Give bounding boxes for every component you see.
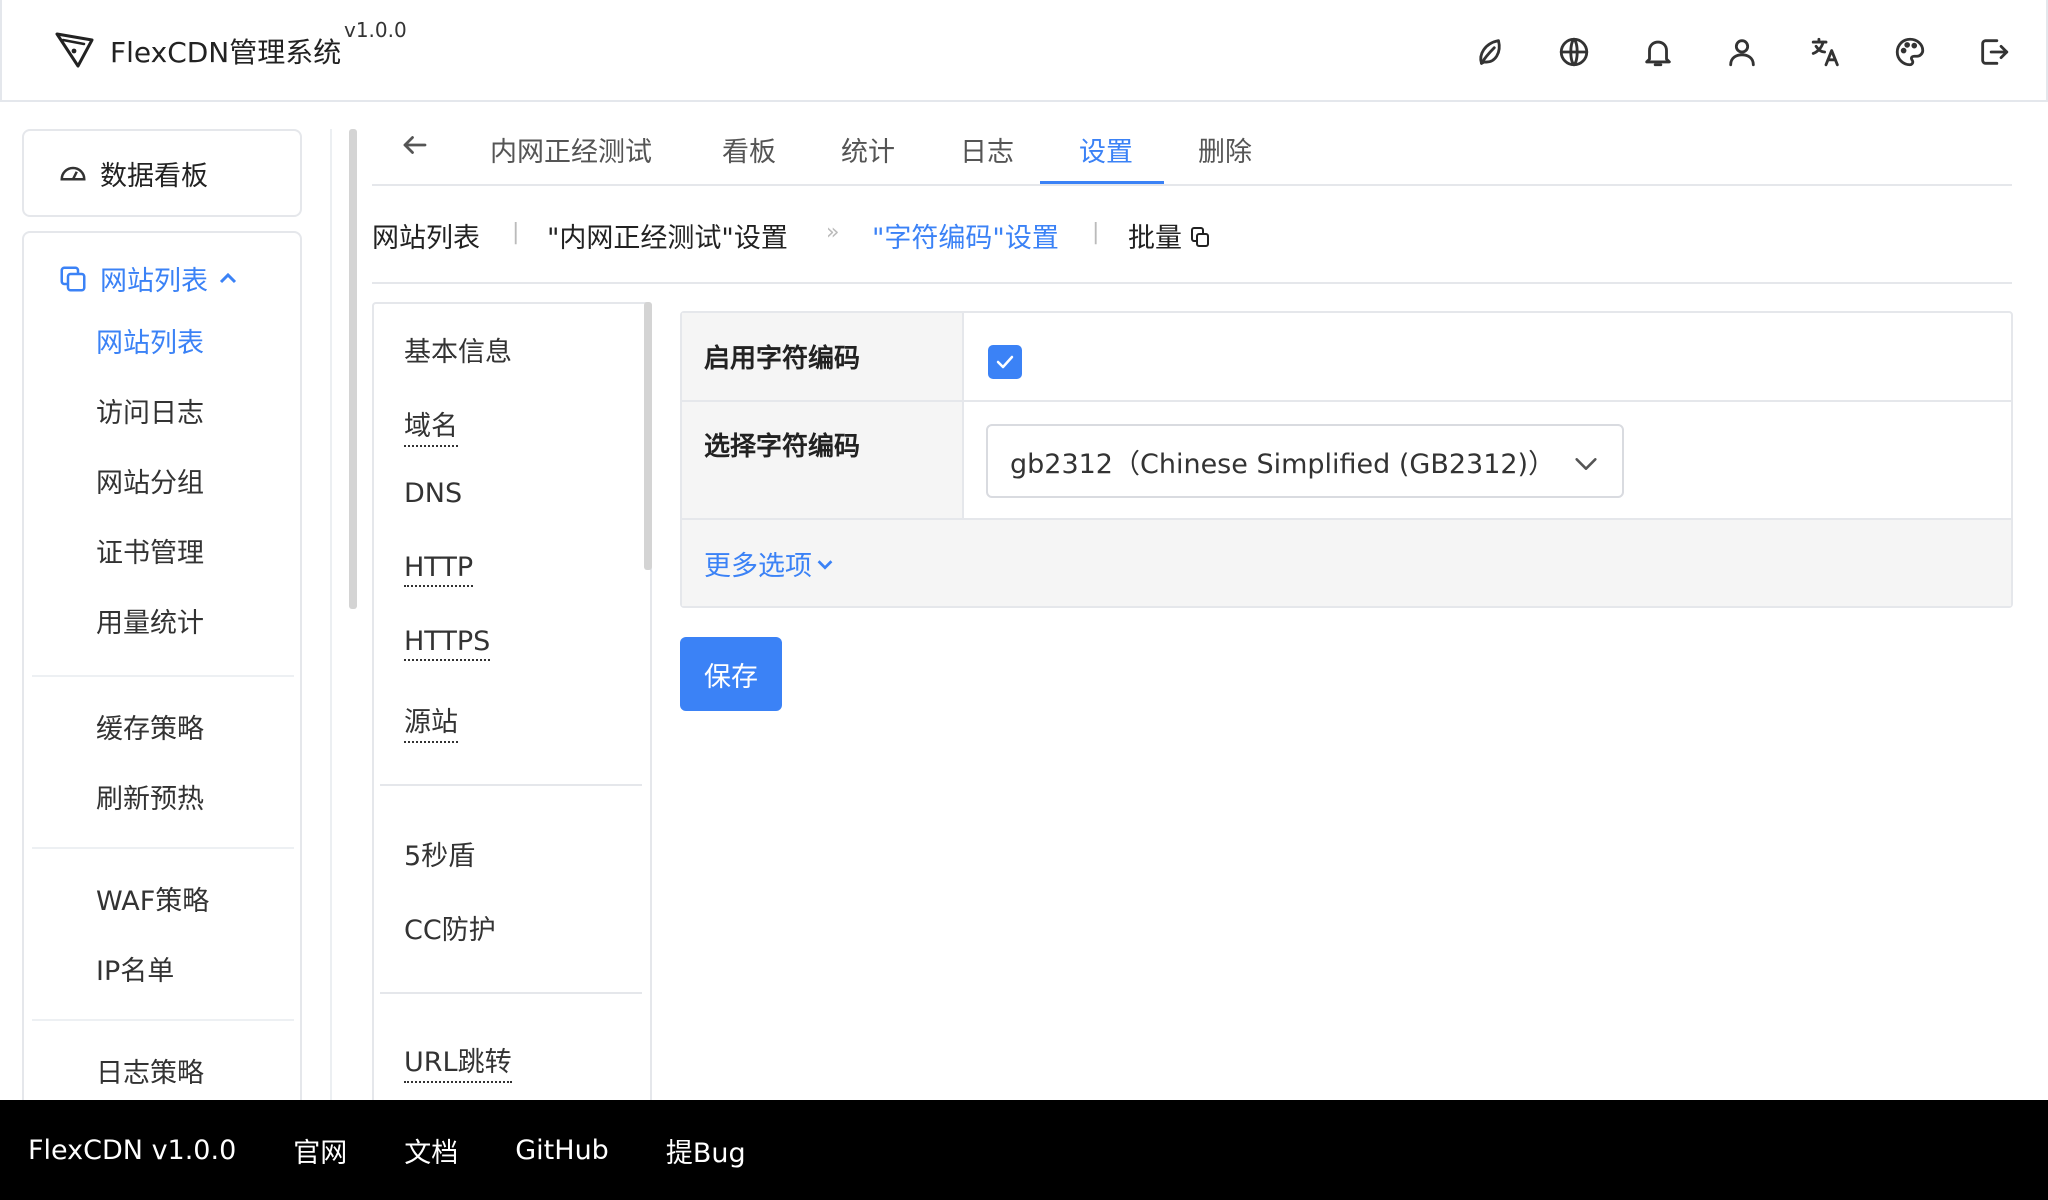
submenu-divider	[380, 784, 642, 786]
submenu-origin[interactable]: 源站	[404, 700, 458, 743]
app-version: v1.0.0	[344, 18, 407, 42]
sidebar-nav: 网站列表 网站列表 访问日志 网站分组 证书管理 用量统计 缓存策略 刷新预热 …	[22, 231, 302, 1131]
footer-link-github[interactable]: GitHub	[515, 1135, 609, 1166]
footer-link-docs[interactable]: 文档	[404, 1131, 458, 1170]
copy-icon	[60, 266, 86, 291]
check-icon	[996, 355, 1014, 369]
chevron-up-icon	[219, 272, 237, 283]
globe-icon[interactable]	[1552, 30, 1596, 74]
footer-product: FlexCDN v1.0.0	[28, 1134, 237, 1166]
sidebar-section-label: 网站列表	[100, 266, 208, 297]
sidebar-scrollbar[interactable]	[349, 129, 357, 609]
submenu-basic-info[interactable]: 基本信息	[404, 330, 512, 369]
submenu-url-redirect[interactable]: URL跳转	[404, 1040, 512, 1083]
footer: FlexCDN v1.0.0 官网 文档 GitHub 提Bug	[0, 1100, 2048, 1200]
submenu-https[interactable]: HTTPS	[404, 626, 491, 661]
active-tab-indicator	[1040, 181, 1164, 184]
back-button[interactable]	[400, 130, 430, 167]
charset-form: 启用字符编码 选择字符编码 gb2312（Chinese Simplified …	[680, 311, 2013, 608]
breadcrumb-divider: |	[512, 220, 520, 245]
submenu-divider	[380, 992, 642, 994]
user-icon[interactable]	[1720, 30, 1764, 74]
submenu-5s-shield[interactable]: 5秒盾	[404, 834, 475, 873]
sidebar-dashboard[interactable]: 数据看板	[22, 129, 302, 217]
sidebar-divider-line	[330, 129, 332, 1101]
sidebar-divider	[32, 675, 294, 677]
tab-logs[interactable]: 日志	[960, 130, 1014, 169]
enable-charset-checkbox[interactable]	[988, 345, 1022, 379]
footer-link-website[interactable]: 官网	[293, 1131, 347, 1170]
submenu-scrollbar[interactable]	[644, 302, 652, 570]
more-options-label: 更多选项	[704, 551, 812, 582]
chevron-down-icon	[817, 559, 833, 570]
breadcrumb-separator: »	[826, 220, 840, 245]
top-bar: FlexCDN管理系统 v1.0.0	[0, 0, 2048, 102]
more-options-row: 更多选项	[682, 520, 2011, 606]
breadcrumb-current[interactable]: "字符编码"设置	[872, 216, 1059, 255]
sidebar-item-access-log[interactable]: 访问日志	[96, 391, 204, 430]
batch-label: 批量	[1128, 223, 1182, 254]
tab-stats[interactable]: 统计	[841, 130, 895, 169]
tab-dashboard[interactable]: 看板	[722, 130, 776, 169]
sidebar-item-waf-policy[interactable]: WAF策略	[96, 879, 209, 918]
chevron-down-icon	[1575, 458, 1597, 470]
sidebar-item-site-groups[interactable]: 网站分组	[96, 461, 204, 500]
select-charset-label: 选择字符编码	[682, 402, 964, 520]
settings-submenu: 基本信息 域名 DNS HTTP HTTPS 源站 5秒盾 CC防护 URL跳转	[372, 302, 652, 1102]
sidebar-item-certificates[interactable]: 证书管理	[96, 531, 204, 570]
translate-icon[interactable]	[1804, 30, 1848, 74]
charset-select-value: gb2312（Chinese Simplified (GB2312)）	[1010, 448, 1556, 480]
sidebar-item-usage-stats[interactable]: 用量统计	[96, 601, 204, 640]
arrow-left-icon	[403, 136, 427, 154]
sidebar-item-sites[interactable]: 网站列表	[96, 321, 204, 360]
sidebar-item-ip-list[interactable]: IP名单	[96, 949, 174, 988]
sidebar-item-refresh-preheat[interactable]: 刷新预热	[96, 777, 204, 816]
submenu-cc-protection[interactable]: CC防护	[404, 908, 496, 947]
batch-link[interactable]: 批量	[1128, 216, 1212, 255]
submenu-dns[interactable]: DNS	[404, 478, 462, 509]
breadcrumb-site-settings[interactable]: "内网正经测试"设置	[547, 216, 788, 255]
brand[interactable]: FlexCDN管理系统 v1.0.0	[52, 18, 407, 72]
leaf-icon[interactable]	[1468, 30, 1512, 74]
sidebar-section-sites[interactable]: 网站列表	[58, 259, 240, 298]
charset-select[interactable]: gb2312（Chinese Simplified (GB2312)）	[986, 424, 1624, 498]
submenu-http[interactable]: HTTP	[404, 552, 474, 587]
breadcrumb-sites[interactable]: 网站列表	[372, 216, 480, 255]
sidebar-divider	[32, 847, 294, 849]
tab-bar: 内网正经测试 看板 统计 日志 设置 删除	[372, 118, 2012, 186]
save-button[interactable]: 保存	[680, 637, 782, 711]
copy-icon	[1191, 227, 1209, 247]
palette-icon[interactable]	[1888, 30, 1932, 74]
dashboard-icon	[60, 166, 86, 181]
bell-icon[interactable]	[1636, 30, 1680, 74]
tab-site-name[interactable]: 内网正经测试	[490, 130, 652, 169]
logout-icon[interactable]	[1972, 30, 2016, 74]
sidebar-divider	[32, 1019, 294, 1021]
breadcrumb: 网站列表 | "内网正经测试"设置 » "字符编码"设置 | 批量	[372, 216, 2012, 284]
submenu-domains[interactable]: 域名	[404, 404, 458, 447]
tab-settings[interactable]: 设置	[1079, 130, 1133, 169]
sidebar-dashboard-label: 数据看板	[100, 160, 208, 192]
enable-charset-label: 启用字符编码	[682, 313, 964, 400]
app-name: FlexCDN管理系统	[110, 36, 342, 69]
logo-icon	[55, 32, 94, 68]
tab-delete[interactable]: 删除	[1198, 130, 1252, 169]
breadcrumb-divider: |	[1092, 220, 1100, 245]
sidebar-item-cache-policy[interactable]: 缓存策略	[96, 707, 204, 746]
more-options-link[interactable]: 更多选项	[704, 544, 836, 583]
sidebar-item-log-policy[interactable]: 日志策略	[96, 1051, 204, 1090]
footer-link-report-bug[interactable]: 提Bug	[666, 1131, 746, 1170]
